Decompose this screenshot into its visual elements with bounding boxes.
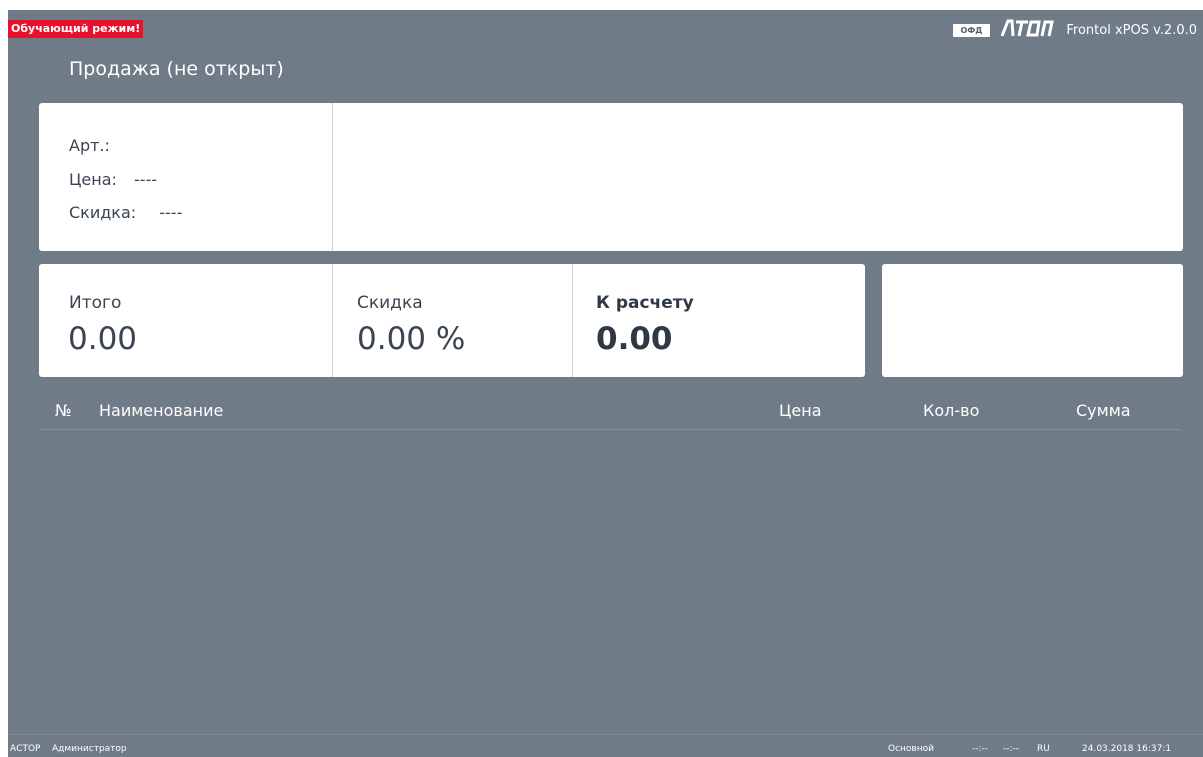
discount-value: ---- [159,203,183,222]
price-label: Цена: [69,170,117,189]
aton-logo [1000,19,1056,41]
training-mode-badge: Обучающий режим! [8,20,144,38]
due-cell: К расчету 0.00 [573,264,865,377]
status-datetime: 24.03.2018 16:37:1 [1082,744,1172,754]
article-label: Арт.: [69,136,110,155]
side-panel-card [882,264,1183,377]
column-name: Наименование [99,401,224,420]
item-info-details: Арт.: Цена: ---- Скидка: ---- [39,103,333,251]
status-language: RU [1037,744,1050,754]
status-company: АСТОР [10,744,41,754]
aton-logo-icon [1000,19,1055,37]
brand-area: ОФД Frontol xPOS v.2.0.0 [952,19,1197,41]
price-row: Цена: ---- [69,170,157,189]
receipt-table-header: № Наименование Цена Кол-во Сумма [39,399,1181,430]
page-title: Продажа (не открыт) [69,58,284,80]
column-sum: Сумма [1076,401,1131,420]
discount-cell: Скидка 0.00 % [333,264,573,377]
status-time-1: --:-- [972,744,989,754]
status-bar: АСТОР Администратор Основной --:-- --:--… [8,734,1203,757]
total-value: 0.00 [68,321,138,357]
discount-total-label: Скидка [357,293,423,313]
due-label: К расчету [596,293,694,313]
column-quantity: Кол-во [923,401,980,420]
total-cell: Итого 0.00 [39,264,333,377]
column-number: № [55,401,72,420]
item-info-card: Арт.: Цена: ---- Скидка: ---- [39,103,1183,251]
discount-row: Скидка: ---- [69,203,182,222]
app-version: Frontol xPOS v.2.0.0 [1066,22,1197,38]
article-row: Арт.: [69,136,122,155]
totals-card: Итого 0.00 Скидка 0.00 % К расчету 0.00 [39,264,865,377]
discount-label: Скидка: [69,203,137,222]
total-label: Итого [69,293,122,313]
status-user: Администратор [52,744,127,754]
due-value: 0.00 [596,321,673,357]
ofd-badge: ОФД [952,23,991,37]
pos-screen: Обучающий режим! ОФД Frontol xPOS v.2.0.… [8,10,1203,757]
column-price: Цена [779,401,822,420]
price-value: ---- [134,170,158,189]
discount-total-value: 0.00 % [357,321,466,357]
status-time-2: --:-- [1003,744,1020,754]
status-mode: Основной [888,744,934,754]
